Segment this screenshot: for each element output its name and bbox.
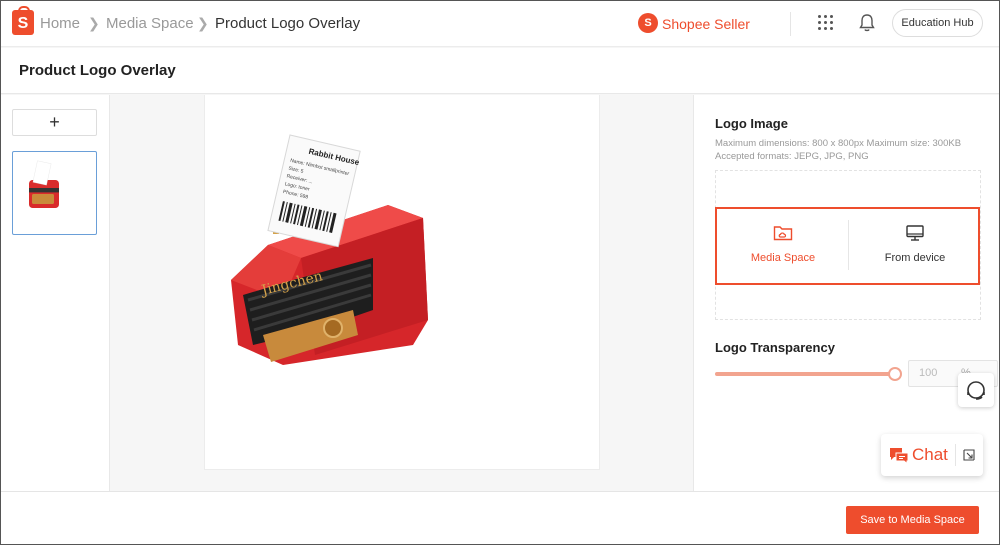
settings-panel: Logo Image Maximum dimensions: 800 x 800… bbox=[693, 95, 1000, 491]
add-image-button[interactable]: + bbox=[12, 109, 97, 136]
customer-service-button[interactable] bbox=[958, 373, 994, 407]
popout-icon[interactable] bbox=[963, 449, 975, 461]
thumbnail-panel: + bbox=[0, 95, 110, 491]
canvas-area: Jingchen Rabbit House Name: Niimbot smal… bbox=[110, 95, 693, 491]
dimensions-hint: Maximum dimensions: 800 x 800px Maximum … bbox=[715, 138, 962, 149]
printer-thumbnail-image bbox=[29, 160, 59, 208]
folder-cloud-icon bbox=[773, 226, 793, 241]
transparency-value: 100 bbox=[919, 367, 938, 379]
top-navigation-bar: S Home ❯ Media Space ❯ Product Logo Over… bbox=[0, 0, 1000, 47]
from-device-option[interactable]: From device bbox=[849, 209, 981, 283]
thumbnail-selected[interactable] bbox=[12, 151, 97, 235]
from-device-label: From device bbox=[884, 252, 946, 264]
logo-image-title: Logo Image bbox=[715, 116, 788, 131]
headset-icon bbox=[967, 381, 985, 400]
breadcrumb-media-space[interactable]: Media Space bbox=[106, 15, 194, 32]
chat-label: Chat bbox=[912, 445, 948, 464]
apps-grid-icon[interactable] bbox=[818, 15, 833, 30]
brand-text: Shopee Seller bbox=[662, 16, 750, 32]
formats-hint: Accepted formats: JEPG, JPG, PNG bbox=[715, 151, 869, 162]
monitor-icon bbox=[906, 225, 924, 241]
shopee-logo-icon[interactable]: S bbox=[12, 6, 34, 35]
header-divider bbox=[790, 12, 791, 36]
chevron-right-icon: ❯ bbox=[88, 15, 100, 31]
save-to-media-space-button[interactable]: Save to Media Space bbox=[846, 506, 979, 534]
product-image: Jingchen Rabbit House Name: Niimbot smal… bbox=[231, 134, 428, 365]
chevron-right-icon: ❯ bbox=[197, 15, 209, 31]
page-header: Product Logo Overlay bbox=[0, 48, 1000, 94]
upload-options: Media Space From device bbox=[715, 207, 980, 285]
bell-icon[interactable] bbox=[858, 13, 876, 33]
breadcrumb-home[interactable]: Home bbox=[40, 15, 80, 32]
logo-transparency-title: Logo Transparency bbox=[715, 340, 835, 355]
media-space-option[interactable]: Media Space bbox=[717, 209, 849, 283]
media-space-label: Media Space bbox=[750, 252, 816, 264]
preview-canvas: Jingchen Rabbit House Name: Niimbot smal… bbox=[204, 95, 600, 470]
breadcrumb-current: Product Logo Overlay bbox=[215, 15, 361, 32]
footer-bar: Save to Media Space bbox=[0, 491, 1000, 545]
page-title: Product Logo Overlay bbox=[19, 62, 176, 79]
shopee-bag-icon: S bbox=[638, 13, 658, 33]
chat-divider bbox=[955, 444, 956, 466]
transparency-slider-track[interactable] bbox=[715, 372, 895, 376]
chat-bubble-icon bbox=[890, 448, 909, 464]
transparency-slider-handle[interactable] bbox=[888, 367, 902, 381]
chat-widget[interactable]: Chat bbox=[881, 434, 983, 476]
education-hub-button[interactable]: Education Hub bbox=[892, 9, 983, 37]
